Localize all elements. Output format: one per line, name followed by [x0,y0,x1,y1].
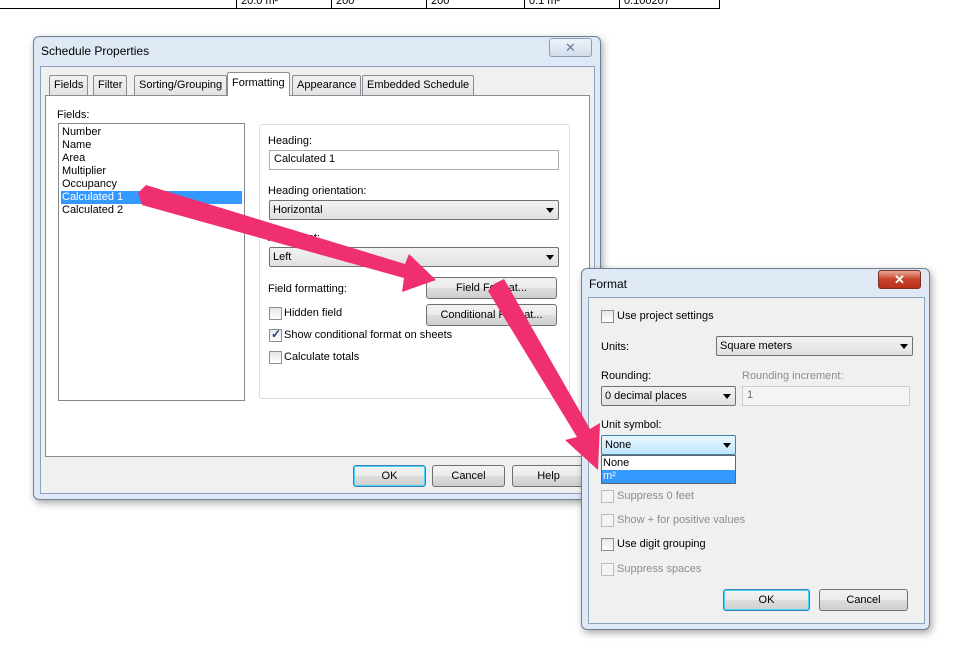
close-button[interactable]: ✕ [549,38,592,57]
alignment-label: Alignment: [268,232,320,244]
dropdown-option-highlighted[interactable]: m² [602,470,735,483]
unit-symbol-select[interactable]: None [601,435,736,455]
rounding-select[interactable]: 0 decimal places [601,386,736,406]
list-item[interactable]: Number [61,126,101,139]
calculate-totals-label: Calculate totals [284,351,360,363]
show-conditional-format-label: Show conditional format on sheets [284,329,453,341]
list-item[interactable]: Occupancy [61,178,117,191]
tab-appearance[interactable]: Appearance [292,75,362,95]
ok-button[interactable]: OK [353,465,426,487]
field-formatting-label: Field formatting: [268,283,347,295]
chevron-down-icon [900,344,908,349]
dialog-client-area: Use project settings Units: Square meter… [588,297,925,624]
title-bar[interactable]: Schedule Properties ✕ [34,37,600,65]
chevron-down-icon [546,255,554,260]
suppress-spaces-label: Suppress spaces [617,563,702,575]
list-item-selected[interactable]: Calculated 1 [61,191,242,204]
calculate-totals-checkbox[interactable] [269,351,282,364]
units-label: Units: [601,341,630,353]
units-select[interactable]: Square meters [716,336,913,356]
heading-input[interactable]: Calculated 1 [269,150,559,170]
table-cell: 200 [331,0,354,9]
table-cell: 20.0 m² [236,0,278,9]
table-cell: 0.100207 [619,0,670,9]
dialog-title: Format [589,277,628,291]
table-cell: 200 [426,0,449,9]
fields-listbox[interactable]: Number Name Area Multiplier Occupancy Ca… [58,123,245,401]
rounding-label: Rounding: [601,370,652,382]
list-item[interactable]: Multiplier [61,165,106,178]
help-button[interactable]: Help [512,465,585,487]
heading-label: Heading: [268,135,313,147]
field-format-button[interactable]: Field Format... [426,277,557,299]
dropdown-option[interactable]: None [602,457,735,470]
unit-symbol-label: Unit symbol: [601,419,662,431]
tab-formatting[interactable]: Formatting [227,72,290,96]
rounding-increment-label: Rounding increment: [742,370,844,382]
schedule-properties-dialog: Schedule Properties ✕ Fields Filter Sort… [33,36,601,500]
cancel-button[interactable]: Cancel [432,465,505,487]
list-item[interactable]: Name [61,139,91,152]
heading-orientation-select[interactable]: Horizontal [269,200,559,220]
rounding-increment-input: 1 [742,386,910,406]
cancel-button[interactable]: Cancel [819,589,908,611]
alignment-select[interactable]: Left [269,247,559,267]
alignment-value: Left [273,251,292,263]
hidden-field-checkbox[interactable] [269,307,282,320]
title-bar[interactable]: Format ✕ [582,269,929,297]
format-dialog: Format ✕ Use project settings Units: Squ… [581,268,930,630]
heading-orientation-value: Horizontal [273,204,323,216]
unit-symbol-dropdown[interactable]: None m² [601,455,736,484]
ok-button[interactable]: OK [723,589,810,611]
tab-sorting-grouping[interactable]: Sorting/Grouping [134,75,228,95]
suppress-spaces-checkbox [601,563,614,576]
use-project-settings-label: Use project settings [617,310,714,322]
chevron-down-icon [723,394,731,399]
show-plus-label: Show + for positive values [617,514,746,526]
table-border [719,0,720,9]
suppress-zero-feet-checkbox [601,490,614,503]
suppress-zero-feet-label: Suppress 0 feet [617,490,695,502]
conditional-format-button[interactable]: Conditional Format... [426,304,557,326]
tab-embedded-schedule[interactable]: Embedded Schedule [362,75,475,95]
use-project-settings-checkbox[interactable] [601,310,614,323]
units-value: Square meters [720,340,793,352]
unit-symbol-value: None [605,439,632,451]
tab-fields[interactable]: Fields [49,75,89,95]
list-item[interactable]: Calculated 2 [61,204,123,217]
chevron-down-icon [546,208,554,213]
formatting-tab-page: Fields: Number Name Area Multiplier Occu… [45,95,590,457]
hidden-field-label: Hidden field [284,307,343,319]
use-digit-grouping-checkbox[interactable] [601,538,614,551]
dialog-title: Schedule Properties [41,44,150,58]
close-icon: ✕ [894,272,905,287]
dialog-client-area: Fields Filter Sorting/Grouping Formattin… [40,66,595,494]
background-schedule-row: 20.0 m² 200 200 0.1 m² 0.100207 [0,0,720,9]
chevron-down-icon [723,443,731,448]
table-cell: 0.1 m² [524,0,560,9]
show-plus-checkbox [601,514,614,527]
list-item[interactable]: Area [61,152,85,165]
tab-filter[interactable]: Filter [93,75,128,95]
use-digit-grouping-label: Use digit grouping [617,538,706,550]
heading-orientation-label: Heading orientation: [268,185,367,197]
close-button[interactable]: ✕ [878,270,921,289]
rounding-value: 0 decimal places [605,390,687,402]
show-conditional-format-checkbox[interactable] [269,327,282,342]
close-icon: ✕ [565,40,576,55]
fields-label: Fields: [57,109,90,121]
field-settings-group: Heading: Calculated 1 Heading orientatio… [259,124,570,399]
